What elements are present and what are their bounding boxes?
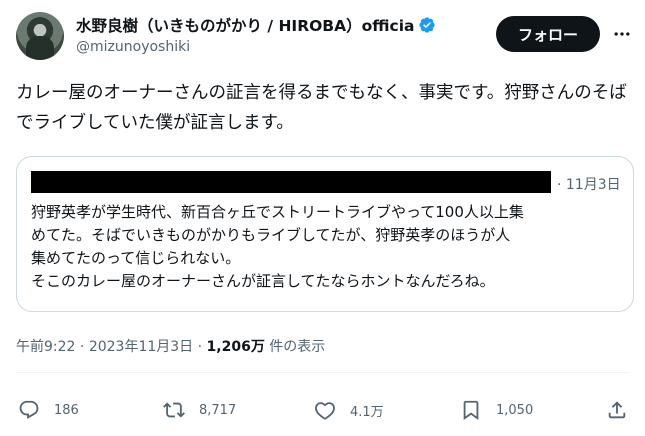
action-bar: 186 8,717 4.1万 1,050	[16, 396, 629, 424]
reply-icon	[19, 400, 39, 419]
avatar[interactable]	[16, 12, 64, 60]
quote-text-line: そこのカレー屋のオーナーさんが証言してたならホントなんだろね。	[31, 272, 495, 290]
quote-text-line: 狩野英孝が学生時代、新百合ヶ丘でストリートライブやって100人以上集	[31, 203, 524, 221]
retweet-icon	[163, 402, 185, 418]
tweet-time[interactable]: 午前9:22	[16, 339, 75, 355]
more-icon[interactable]	[612, 24, 632, 44]
like-button[interactable]: 4.1万	[314, 396, 384, 424]
quote-text-line: 集めてたのって信じられない。	[31, 249, 241, 267]
reply-button[interactable]: 186	[18, 396, 79, 424]
bookmark-button[interactable]: 1,050	[460, 396, 533, 424]
quoted-tweet[interactable]: · 11月3日 狩野英孝が学生時代、新百合ヶ丘でストリートライブやって100人以…	[16, 156, 634, 312]
views-label: 件の表示	[269, 339, 326, 355]
quote-text-line: めてた。そばでいきものがかりもライブしてたが、狩野英孝のほうが人	[31, 226, 511, 244]
share-button[interactable]	[606, 396, 628, 424]
retweet-button[interactable]: 8,717	[163, 396, 236, 424]
quote-text: 狩野英孝が学生時代、新百合ヶ丘でストリートライブやって100人以上集 めてた。そ…	[31, 201, 621, 293]
divider	[16, 372, 629, 373]
retweet-count: 8,717	[199, 402, 237, 418]
tweet-text: カレー屋のオーナーさんの証言を得るまでもなく、事実です。狩野さんのそばでライブし…	[16, 83, 627, 133]
follow-button[interactable]: フォロー	[496, 16, 600, 52]
quote-date[interactable]: · 11月3日	[557, 174, 621, 194]
redacted-quote-author	[31, 171, 551, 193]
share-icon	[608, 401, 626, 419]
reply-count: 186	[54, 402, 79, 418]
verified-badge-icon	[418, 17, 435, 33]
author-name-row[interactable]: 水野良樹（いきものがかり / HIROBA）officia	[76, 14, 496, 36]
tweet-header: 水野良樹（いきものがかり / HIROBA）officia @mizunoyos…	[16, 12, 632, 64]
bookmark-count: 1,050	[496, 402, 534, 418]
like-count: 4.1万	[350, 404, 384, 420]
bookmark-icon	[463, 400, 479, 421]
meta-separator: ·	[197, 339, 203, 355]
tweet-meta: 午前9:22 · 2023年11月3日 · 1,206万 件の表示	[16, 336, 325, 356]
author-handle[interactable]: @mizunoyoshiki	[76, 39, 190, 55]
views-count: 1,206万	[206, 339, 265, 355]
display-name[interactable]: 水野良樹（いきものがかり / HIROBA）officia	[76, 14, 415, 36]
tweet-date[interactable]: 2023年11月3日	[89, 339, 193, 355]
meta-separator: ·	[79, 339, 85, 355]
heart-icon	[315, 402, 335, 420]
